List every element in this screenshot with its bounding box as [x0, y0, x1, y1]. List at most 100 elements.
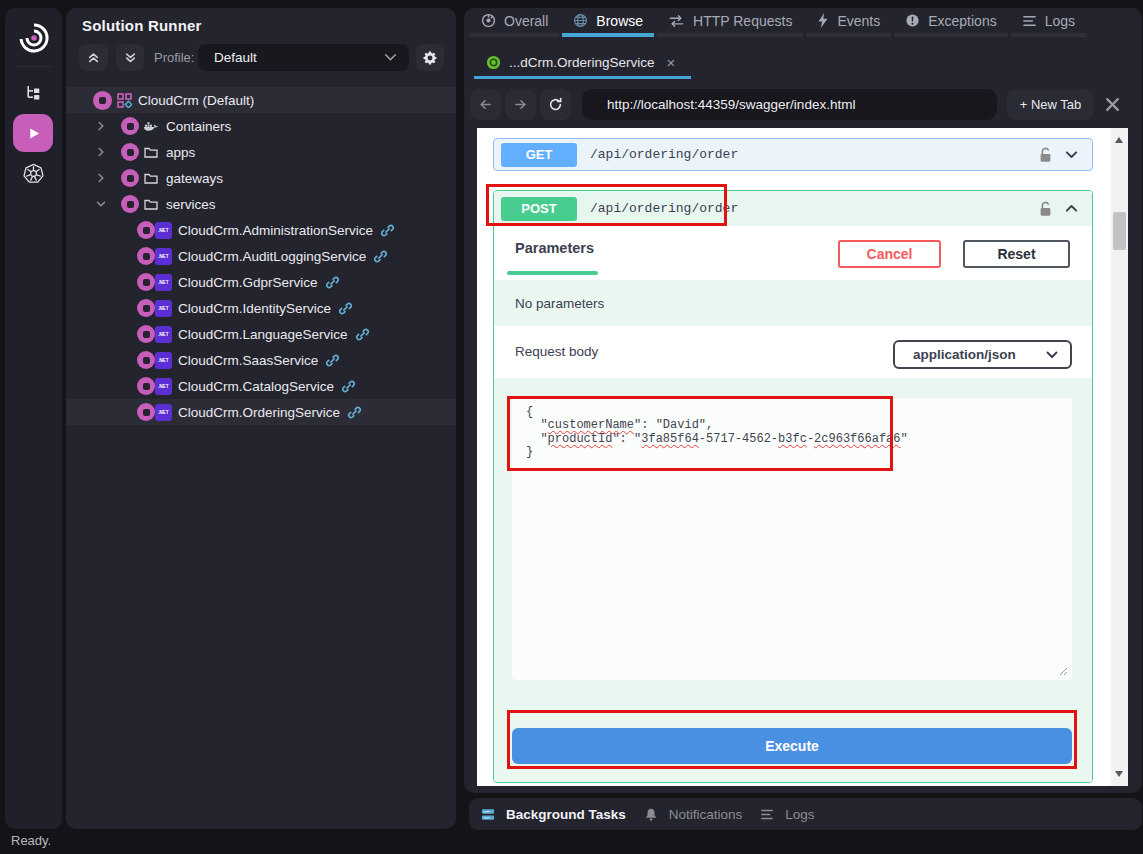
- content-type-value: application/json: [913, 347, 1016, 362]
- scrollbar[interactable]: [1111, 128, 1128, 786]
- tree-item-gateways[interactable]: gateways: [66, 165, 456, 191]
- resize-handle-icon[interactable]: [1058, 666, 1068, 676]
- tree-item-services[interactable]: services: [66, 191, 456, 217]
- link-icon[interactable]: [325, 353, 340, 368]
- project-status-icon: [137, 351, 155, 369]
- globe-icon: [573, 13, 588, 28]
- lock-open-icon[interactable]: [1039, 147, 1052, 163]
- arrow-left-icon: [478, 97, 493, 112]
- link-icon[interactable]: [373, 249, 388, 264]
- get-method-badge: GET: [501, 143, 577, 167]
- link-icon[interactable]: [355, 327, 370, 342]
- browser-tabstrip: ...dCrm.OrderingService ×: [474, 48, 691, 79]
- url-bar[interactable]: http://localhost:44359/swagger/index.htm…: [582, 89, 997, 120]
- run-button[interactable]: [13, 114, 53, 152]
- parameters-tab-underline: [507, 271, 598, 275]
- expand-all-button[interactable]: [116, 44, 144, 71]
- scroll-down-arrow[interactable]: [1115, 771, 1123, 777]
- tab-logs[interactable]: Logs: [1011, 8, 1086, 37]
- tab-exceptions[interactable]: Exceptions: [894, 8, 1007, 37]
- project-status-icon: [137, 299, 155, 317]
- tree-item-service[interactable]: .NET CloudCrm.LanguageService: [66, 321, 456, 347]
- scroll-thumb[interactable]: [1113, 212, 1126, 250]
- browser-tab-orderingservice[interactable]: ...dCrm.OrderingService ×: [474, 48, 691, 79]
- project-status-icon: [137, 377, 155, 395]
- kubernetes-icon[interactable]: [5, 163, 62, 184]
- chevron-up-icon[interactable]: [1063, 200, 1080, 217]
- link-icon[interactable]: [341, 379, 356, 394]
- new-tab-button[interactable]: + New Tab: [1007, 89, 1094, 120]
- execute-button[interactable]: Execute: [512, 728, 1072, 764]
- activity-bar: [5, 8, 62, 829]
- tree-item-cloudcrm[interactable]: CloudCrm (Default): [66, 87, 456, 113]
- url-text: http://localhost:44359/swagger/index.htm…: [607, 97, 855, 112]
- project-status-icon: [137, 247, 155, 265]
- logs-button[interactable]: Logs: [760, 807, 814, 822]
- project-status-icon: [137, 273, 155, 291]
- no-parameters-row: No parameters: [494, 280, 1092, 326]
- link-icon[interactable]: [325, 275, 340, 290]
- post-method-badge: POST: [501, 197, 577, 221]
- chevron-right-icon[interactable]: [96, 121, 106, 131]
- refresh-button[interactable]: [540, 89, 571, 120]
- project-status-icon: [137, 325, 155, 343]
- dotnet-icon: .NET: [155, 378, 172, 395]
- chevron-right-icon[interactable]: [96, 147, 106, 157]
- back-button[interactable]: [470, 89, 501, 120]
- tree-item-label: services: [166, 197, 216, 212]
- play-icon: [26, 126, 41, 141]
- get-endpoint-row[interactable]: GET /api/ordering/order: [493, 138, 1093, 171]
- tree-item-label: gateways: [166, 171, 223, 186]
- get-endpoint-path: /api/ordering/order: [590, 147, 738, 162]
- parameters-bar: Parameters Cancel Reset: [494, 226, 1092, 280]
- folder-icon: [144, 198, 158, 210]
- tree-item-label: CloudCrm.IdentityService: [178, 301, 331, 316]
- scroll-up-arrow[interactable]: [1115, 137, 1123, 143]
- app-logo-icon[interactable]: [5, 22, 62, 54]
- tab-overall[interactable]: Overall: [470, 8, 559, 37]
- tree-item-service[interactable]: .NET CloudCrm.GdprService: [66, 269, 456, 295]
- profile-select-value: Default: [214, 50, 257, 65]
- devtools-icon[interactable]: [1104, 96, 1121, 116]
- cancel-button[interactable]: Cancel: [838, 240, 941, 268]
- link-icon[interactable]: [380, 223, 395, 238]
- notifications-button[interactable]: Notifications: [644, 807, 743, 822]
- project-status-icon: [121, 195, 139, 213]
- chevron-down-icon[interactable]: [1063, 146, 1080, 163]
- request-body-editor[interactable]: { "customerName": "David", "productId": …: [512, 398, 1072, 680]
- parameters-title: Parameters: [515, 240, 594, 256]
- lines-icon: [1022, 15, 1037, 27]
- tree-item-service[interactable]: .NET CloudCrm.SaasService: [66, 347, 456, 373]
- background-tasks-button[interactable]: Background Tasks: [481, 807, 626, 822]
- tree-item-containers[interactable]: Containers: [66, 113, 456, 139]
- chevron-right-icon[interactable]: [96, 173, 106, 183]
- reset-button[interactable]: Reset: [963, 240, 1070, 268]
- tree-item-service-selected[interactable]: .NET CloudCrm.OrderingService: [66, 399, 456, 425]
- dotnet-icon: .NET: [155, 404, 172, 421]
- tree-item-label: CloudCrm.OrderingService: [178, 405, 340, 420]
- close-tab-icon[interactable]: ×: [667, 54, 676, 71]
- tree-item-apps[interactable]: apps: [66, 139, 456, 165]
- forward-button[interactable]: [505, 89, 536, 120]
- lines-icon: [760, 809, 774, 820]
- link-icon[interactable]: [347, 405, 362, 420]
- solution-explorer-icon[interactable]: [5, 84, 62, 103]
- favicon-icon: [486, 55, 501, 70]
- link-icon[interactable]: [338, 301, 353, 316]
- chevron-down-icon: [384, 53, 397, 62]
- tree-item-service[interactable]: .NET CloudCrm.IdentityService: [66, 295, 456, 321]
- lock-open-icon[interactable]: [1039, 201, 1052, 217]
- tab-browse[interactable]: Browse: [562, 8, 654, 37]
- project-status-icon: [121, 117, 139, 135]
- tab-http-requests[interactable]: HTTP Requests: [657, 8, 803, 37]
- chevron-down-icon[interactable]: [96, 199, 106, 209]
- tab-events[interactable]: Events: [806, 8, 891, 37]
- post-endpoint-row[interactable]: POST /api/ordering/order: [494, 191, 1092, 226]
- tree-item-service[interactable]: .NET CloudCrm.AdministrationService: [66, 217, 456, 243]
- tree-item-service[interactable]: .NET CloudCrm.CatalogService: [66, 373, 456, 399]
- content-type-select[interactable]: application/json: [893, 340, 1072, 369]
- profile-select[interactable]: Default: [198, 44, 409, 71]
- profile-settings-button[interactable]: [416, 44, 444, 71]
- collapse-all-button[interactable]: [79, 44, 108, 71]
- tree-item-service[interactable]: .NET CloudCrm.AuditLoggingService: [66, 243, 456, 269]
